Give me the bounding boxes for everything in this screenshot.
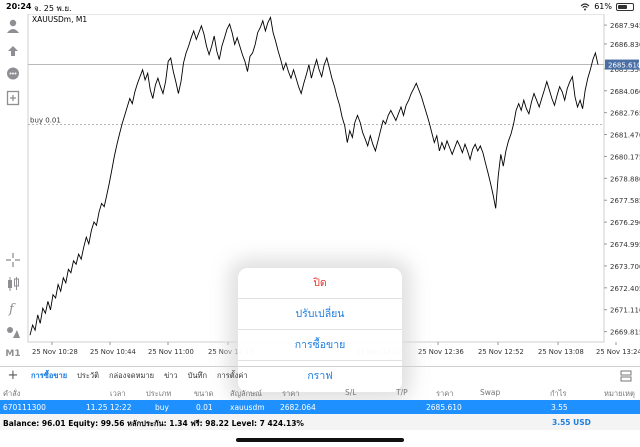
total-profit: 3.55 USD [552, 418, 591, 427]
order-ticket: 670111300 [3, 403, 46, 412]
tab-history[interactable]: ประวัติ [72, 370, 104, 382]
y-tick-label: 2680.175 [610, 153, 640, 161]
col-size: ขนาด [194, 389, 214, 398]
add-icon[interactable]: + [0, 368, 26, 383]
col-type: ประเภท [146, 389, 172, 398]
y-tick-label: 2678.880 [610, 175, 640, 183]
battery-percent: 61% [594, 2, 612, 11]
col-profit: กำไร [550, 389, 567, 398]
battery-icon [616, 2, 634, 11]
bottom-tab-bar: + การซื้อขาย ประวัติ กล่องจดหมาย ข่าว บั… [0, 366, 640, 384]
current-price-tag-label: 2685.610 [608, 62, 640, 70]
trade-button[interactable]: การซื้อขาย [238, 330, 402, 361]
x-tick-label: 25 Nov 10:28 [32, 348, 78, 356]
x-tick-label: 25 Nov 10:44 [90, 348, 136, 356]
col-current-price: ราคา [436, 389, 454, 398]
objects-icon[interactable] [3, 322, 23, 342]
balance-bar: Balance: 96.01 Equity: 99.56 หลักประกัน:… [0, 414, 640, 430]
svg-text:f: f [8, 302, 16, 316]
y-tick-label: 2673.700 [610, 263, 640, 271]
close-order-button[interactable]: ปิด [238, 268, 402, 299]
col-tp: T/P [396, 388, 408, 397]
col-symbol: สัญลักษณ์ [230, 389, 263, 398]
indicators-icon[interactable]: f [3, 298, 23, 318]
modify-order-button[interactable]: ปรับเปลี่ยน [238, 299, 402, 330]
order-level-label: buy 0.01 [30, 117, 61, 125]
status-right: 61% [580, 2, 634, 11]
order-current-price: 2685.610 [426, 403, 462, 412]
y-tick-label: 2672.405 [610, 285, 640, 293]
tab-mailbox[interactable]: กล่องจดหมาย [104, 370, 159, 382]
status-bar: 20:24 จ. 25 พ.ย. 61% [0, 0, 640, 14]
account-icon[interactable] [3, 16, 23, 36]
col-comment: หมายเหตุ [604, 389, 635, 398]
y-tick-label: 2686.830 [610, 41, 640, 49]
tab-trade[interactable]: การซื้อขาย [26, 370, 72, 382]
order-profit: 3.55 [551, 403, 568, 412]
candles-icon[interactable] [3, 274, 23, 294]
tab-news[interactable]: ข่าว [159, 370, 183, 382]
crosshair-icon[interactable] [3, 250, 23, 270]
x-tick-label: 25 Nov 12:52 [478, 348, 524, 356]
col-sl: S/L [345, 388, 357, 397]
orders-table-header: คำสั่ง เวลา ประเภท ขนาด สัญลักษณ์ ราคา S… [0, 384, 640, 400]
balance-summary: Balance: 96.01 Equity: 99.56 หลักประกัน:… [3, 419, 304, 428]
col-open-price: ราคา [282, 389, 300, 398]
left-toolbar: f M1 [0, 14, 26, 366]
col-ticket: คำสั่ง [3, 389, 21, 398]
y-tick-label: 2681.470 [610, 132, 640, 140]
x-tick-label: 25 Nov 12:36 [418, 348, 464, 356]
order-symbol: xauusdm [230, 403, 265, 412]
timeframe-button[interactable]: M1 [3, 344, 23, 364]
y-tick-label: 2687.945 [610, 22, 640, 30]
trade-icon[interactable] [3, 40, 23, 60]
x-tick-label: 25 Nov 13:24 [596, 348, 640, 356]
new-order-icon[interactable] [3, 88, 23, 108]
order-row[interactable]: 670111300 11.25 12:22 buy 0.01 xauusdm 2… [0, 400, 640, 414]
x-tick-label: 25 Nov 13:08 [538, 348, 584, 356]
home-indicator [236, 438, 404, 442]
order-open-price: 2682.064 [280, 403, 316, 412]
chart-symbol-label: XAUUSDm, M1 [32, 15, 88, 24]
wifi-icon [580, 2, 590, 10]
y-tick-label: 2671.110 [610, 307, 640, 315]
y-tick-label: 2676.290 [610, 219, 640, 227]
order-time: 11.25 12:22 [86, 403, 132, 412]
y-tick-label: 2677.585 [610, 197, 640, 205]
col-swap: Swap [480, 388, 501, 397]
y-tick-label: 2674.995 [610, 241, 640, 249]
order-type: buy [155, 403, 169, 412]
col-time: เวลา [110, 389, 126, 398]
chat-icon[interactable] [3, 64, 23, 84]
collapse-panel-icon[interactable] [620, 370, 632, 382]
x-tick-label: 25 Nov 11:00 [148, 348, 194, 356]
y-tick-label: 2684.060 [610, 88, 640, 96]
status-time: 20:24 [6, 2, 32, 11]
tab-settings[interactable]: การตั้งค่า [212, 370, 253, 382]
order-size: 0.01 [196, 403, 213, 412]
y-tick-label: 2682.765 [610, 110, 640, 118]
y-tick-label: 2669.815 [610, 329, 640, 337]
tab-journal[interactable]: บันทึก [183, 370, 212, 382]
